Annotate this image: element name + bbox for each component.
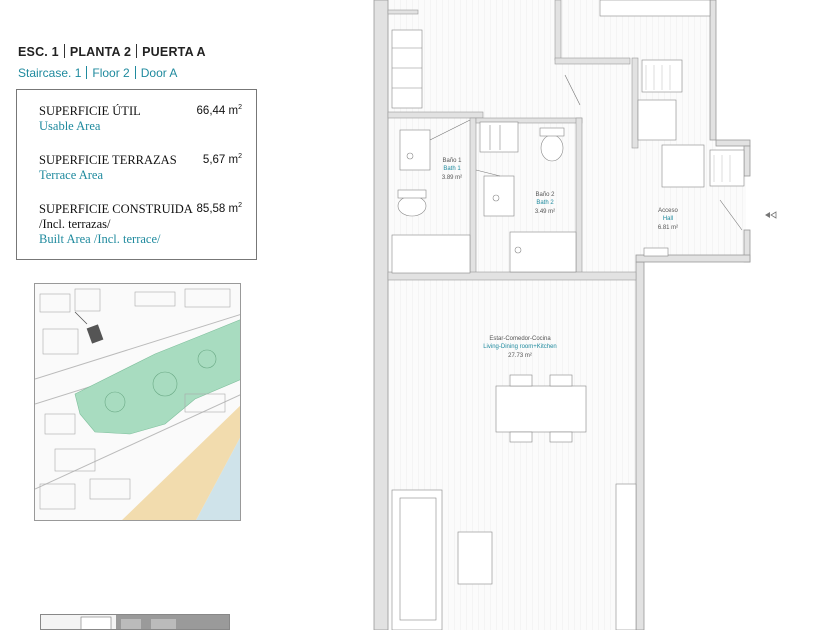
floor-label-es: PLANTA 2 <box>69 45 132 59</box>
terrace-area-value: 5,67 m2 <box>202 153 242 166</box>
room-label-hall-en: Hall <box>663 216 673 222</box>
room-label-hall-es: Acceso <box>658 208 678 214</box>
terrace-area-row: SUPERFICIE TERRAZAS Terrace Area 5,67 m2 <box>39 153 242 183</box>
door-label-en: Door A <box>140 66 178 80</box>
usable-area-row: SUPERFICIE ÚTIL Usable Area 66,44 m2 <box>39 104 242 134</box>
room-label-bath1-es: Baño 1 <box>442 158 462 164</box>
room-label-bath1-en: Bath 1 <box>443 166 461 172</box>
door-label-es: PUERTA A <box>142 45 206 59</box>
usable-area-label-en: Usable Area <box>39 119 101 133</box>
staircase-label-en: Staircase. 1 <box>18 66 82 80</box>
built-area-row: SUPERFICIE CONSTRUIDA /Incl. terrazas/ B… <box>39 202 242 247</box>
room-area-hall: 6.81 m² <box>658 225 678 231</box>
key-plan-drawing <box>41 615 229 629</box>
room-label-living-es: Estar-Comedor-Cocina <box>489 336 551 342</box>
built-area-value: 85,58 m2 <box>196 202 242 215</box>
floor-label-en: Floor 2 <box>92 66 130 80</box>
location-map <box>34 283 241 521</box>
usable-area-value: 66,44 m2 <box>196 104 242 117</box>
location-map-drawing <box>35 288 240 520</box>
room-label-living-en: Living-Dining room+Kitchen <box>483 344 557 350</box>
floor-plan: Baño 1 Bath 1 3.89 m² Baño 2 Bath 2 3.49… <box>370 0 790 631</box>
area-summary-box: SUPERFICIE ÚTIL Usable Area 66,44 m2 SUP… <box>16 89 257 260</box>
room-label-bath2-es: Baño 2 <box>535 192 555 198</box>
built-area-label-en: Built Area /Incl. terrace/ <box>39 232 161 246</box>
terrace-area-label-en: Terrace Area <box>39 168 104 182</box>
entrance-arrow-icon <box>765 211 777 219</box>
staircase-label-es: ESC. 1 <box>18 45 59 59</box>
room-label-bath2-en: Bath 2 <box>536 200 554 206</box>
built-area-label-2: /Incl. terrazas/ <box>39 217 111 231</box>
floor-plan-drawing: Baño 1 Bath 1 3.89 m² Baño 2 Bath 2 3.49… <box>373 0 751 631</box>
room-area-living: 27.73 m² <box>508 353 532 359</box>
unit-header: ESC. 1 PLANTA 2 PUERTA A <box>18 44 206 59</box>
room-area-bath2: 3.49 m² <box>535 209 555 215</box>
room-area-bath1: 3.89 m² <box>442 175 462 181</box>
key-plan-thumbnail <box>40 614 230 630</box>
unit-subheader: Staircase. 1 Floor 2 Door A <box>18 66 177 80</box>
